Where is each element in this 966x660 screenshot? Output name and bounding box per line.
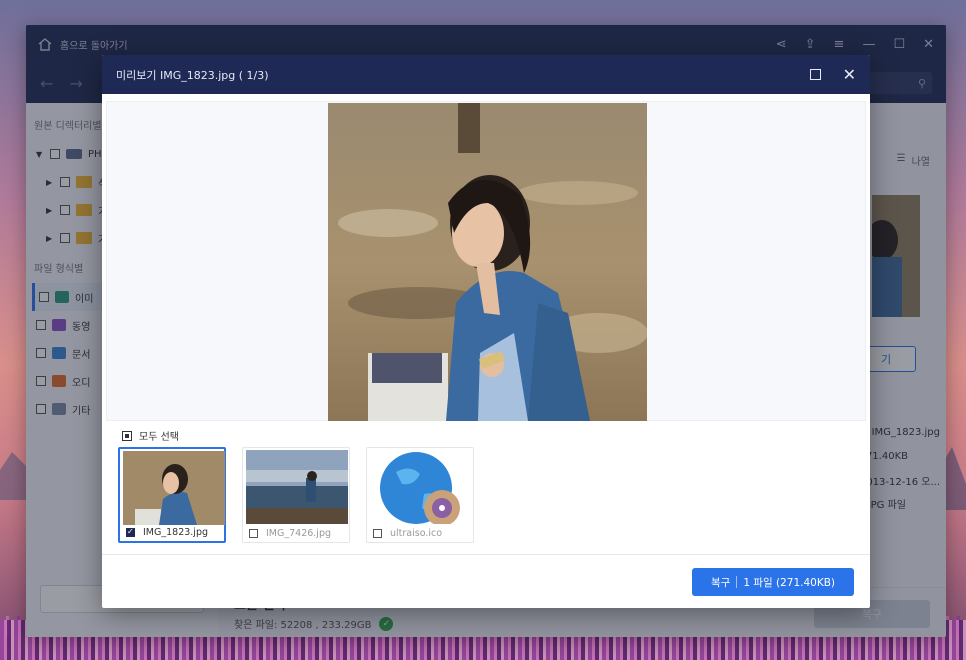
- recover-button[interactable]: 복구 1 파일 (271.40KB): [692, 568, 854, 596]
- dialog-title: 미리보기 IMG_1823.jpg ( 1/3): [116, 68, 269, 82]
- thumbnail-image: [246, 450, 348, 524]
- thumbnail-filename: IMG_7426.jpg: [266, 528, 332, 539]
- dialog-titlebar: 미리보기 IMG_1823.jpg ( 1/3) ✕: [102, 55, 870, 94]
- preview-dialog: 미리보기 IMG_1823.jpg ( 1/3) ✕ 모두 선택 ✓ IMG_1…: [102, 55, 870, 608]
- thumbnail-checkbox[interactable]: [373, 529, 382, 538]
- select-all-label: 모두 선택: [139, 432, 179, 443]
- thumbnail-image: [370, 450, 472, 524]
- thumbnail-card[interactable]: ultraiso.ico: [366, 447, 474, 543]
- thumbnail-strip: IMG_1823.jpg IMG_7426.jpg: [118, 447, 474, 543]
- thumbnail-filename: ultraiso.ico: [390, 528, 443, 539]
- thumbnail-image: [123, 451, 225, 525]
- recover-button-label: 복구: [710, 576, 731, 589]
- select-all[interactable]: 모두 선택: [122, 428, 179, 443]
- separator: [736, 576, 738, 588]
- recover-button-detail: 1 파일 (271.40KB): [743, 576, 836, 589]
- close-icon[interactable]: ✕: [843, 66, 856, 83]
- thumbnail-card[interactable]: IMG_7426.jpg: [242, 447, 350, 543]
- preview-image: [328, 103, 647, 421]
- thumbnail-checkbox[interactable]: [249, 529, 258, 538]
- thumbnail-checkbox[interactable]: [126, 527, 135, 537]
- select-all-checkbox[interactable]: [122, 430, 132, 441]
- maximize-icon[interactable]: [809, 69, 821, 80]
- preview-area: [106, 101, 866, 421]
- dialog-footer: 복구 1 파일 (271.40KB): [102, 554, 870, 608]
- thumbnail-filename: IMG_1823.jpg: [143, 527, 209, 538]
- thumbnail-card[interactable]: IMG_1823.jpg: [118, 447, 226, 543]
